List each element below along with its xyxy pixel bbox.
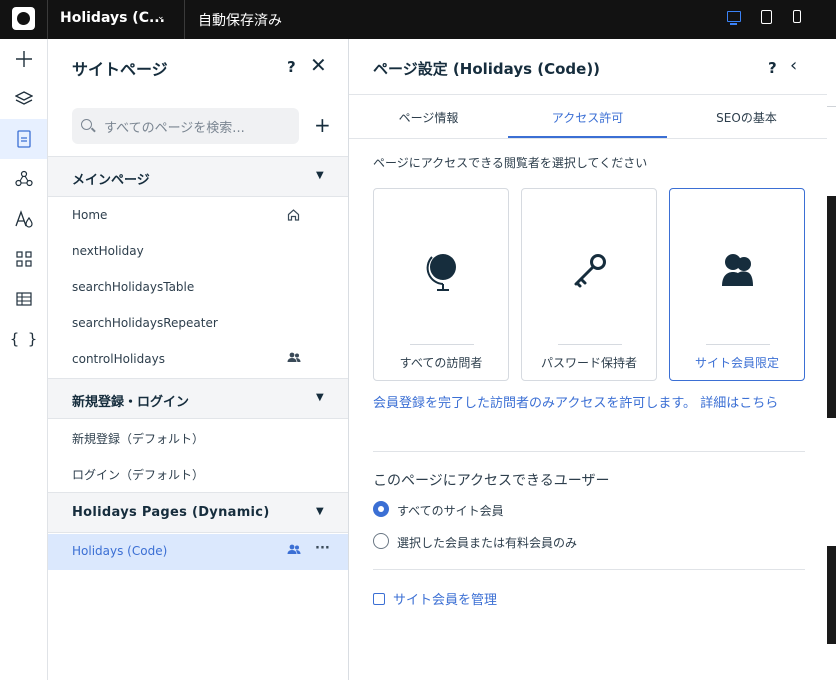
members-icon xyxy=(287,544,301,558)
globe-icon xyxy=(426,254,456,291)
theme-icon[interactable] xyxy=(0,199,47,239)
section-header[interactable]: Holidays Pages (Dynamic) ▼ xyxy=(48,492,348,533)
page-item[interactable]: controlHolidays xyxy=(48,342,348,378)
who-can-access-title: このページにアクセスできるユーザー xyxy=(373,473,610,489)
canvas-preview xyxy=(827,196,836,418)
page-item[interactable]: nextHoliday xyxy=(48,234,348,270)
top-bar: Holidays (C... ⌄ 自動保存済み xyxy=(0,0,836,39)
wix-logo-icon[interactable] xyxy=(12,7,35,30)
search-placeholder: すべてのページを検索... xyxy=(104,121,245,136)
tablet-view-icon[interactable] xyxy=(761,10,772,24)
chevron-down-icon[interactable]: ⌄ xyxy=(157,12,165,22)
home-icon xyxy=(287,208,300,224)
page-label: nextHoliday xyxy=(72,244,144,258)
desktop-view-icon[interactable] xyxy=(727,11,741,25)
page-item[interactable]: 新規登録（デフォルト） xyxy=(48,420,348,456)
page-label: searchHolidaysTable xyxy=(72,280,195,294)
site-name[interactable]: Holidays (C... xyxy=(60,10,165,26)
left-toolbar: { } xyxy=(0,39,48,680)
help-icon[interactable]: ? xyxy=(287,58,296,76)
page-label: ログイン（デフォルト） xyxy=(72,468,205,482)
option-label: すべての訪問者 xyxy=(399,356,483,370)
section-title: 新規登録・ログイン xyxy=(72,395,190,410)
help-icon[interactable]: ? xyxy=(768,59,777,77)
option-label: サイト会員限定 xyxy=(694,356,779,370)
caret-down-icon[interactable]: ▼ xyxy=(316,170,324,181)
mobile-view-icon[interactable] xyxy=(793,10,801,23)
divider xyxy=(373,569,805,570)
divider xyxy=(47,0,48,39)
connections-icon[interactable] xyxy=(0,159,47,199)
autosave-status: 自動保存済み xyxy=(198,13,282,29)
members-icon xyxy=(722,254,753,286)
site-pages-panel: サイトページ ? ✕ すべてのページを検索... + メインページ ▼ Home… xyxy=(48,39,349,680)
more-options-icon[interactable]: ··· xyxy=(315,541,330,556)
search-icon xyxy=(81,119,92,130)
radio-label: すべてのサイト会員 xyxy=(397,504,504,518)
page-item-selected[interactable]: Holidays (Code) ··· xyxy=(48,534,348,570)
panel-title: サイトページ xyxy=(72,60,168,79)
canvas-edge-line xyxy=(827,106,836,107)
page-item[interactable]: searchHolidaysTable xyxy=(48,270,348,306)
manage-members-label: サイト会員を管理 xyxy=(393,593,498,608)
caret-down-icon[interactable]: ▼ xyxy=(316,392,324,403)
panel-title: ページ設定 (Holidays (Code)) xyxy=(373,60,601,78)
option-label: パスワード保持者 xyxy=(540,356,637,370)
layers-icon[interactable] xyxy=(0,79,47,119)
caret-down-icon[interactable]: ▼ xyxy=(316,506,324,517)
section-title: メインページ xyxy=(72,173,150,188)
manage-members-link[interactable]: サイト会員を管理 xyxy=(373,589,497,608)
option-card-members-only[interactable]: サイト会員限定 xyxy=(669,188,805,381)
learn-more-link[interactable]: 詳細はこちら xyxy=(700,396,778,411)
code-icon[interactable]: { } xyxy=(0,319,47,359)
divider xyxy=(706,344,770,345)
chevron-left-icon[interactable]: ‹ xyxy=(790,55,797,76)
permission-info: 会員登録を完了した訪問者のみアクセスを許可します。 詳細はこちら xyxy=(373,394,803,414)
external-link-icon xyxy=(373,592,385,605)
option-card-all-visitors[interactable]: すべての訪問者 xyxy=(373,188,509,381)
tab-bar: ページ情報 アクセス許可 SEOの基本 xyxy=(349,94,827,139)
page-item[interactable]: Home xyxy=(48,198,348,234)
active-tab-indicator xyxy=(508,136,667,138)
close-icon[interactable]: ✕ xyxy=(310,53,327,77)
radio-all-members[interactable] xyxy=(373,501,389,517)
pages-icon[interactable] xyxy=(0,119,47,159)
search-input[interactable]: すべてのページを検索... xyxy=(72,108,299,144)
page-label: Home xyxy=(72,208,108,222)
add-page-icon[interactable]: + xyxy=(314,113,331,137)
canvas-preview xyxy=(827,546,836,644)
section-header[interactable]: 新規登録・ログイン ▼ xyxy=(48,378,348,419)
option-card-password[interactable]: パスワード保持者 xyxy=(521,188,657,381)
add-icon[interactable] xyxy=(0,39,47,79)
page-label: searchHolidaysRepeater xyxy=(72,316,218,330)
radio-label: 選択した会員または有料会員のみ xyxy=(397,536,578,550)
tab-permissions[interactable]: アクセス許可 xyxy=(508,109,667,126)
tab-seo-basics[interactable]: SEOの基本 xyxy=(667,109,826,126)
permissions-subtitle: ページにアクセスできる閲覧者を選択してください xyxy=(373,156,648,170)
divider xyxy=(410,344,474,345)
apps-icon[interactable] xyxy=(0,239,47,279)
tab-page-info[interactable]: ページ情報 xyxy=(349,109,508,126)
page-label: controlHolidays xyxy=(72,352,165,366)
section-title: Holidays Pages (Dynamic) xyxy=(72,505,270,520)
radio-selected-members[interactable] xyxy=(373,533,389,549)
divider xyxy=(184,0,185,39)
divider xyxy=(373,451,805,452)
page-settings-panel: ページ設定 (Holidays (Code)) ? ‹ ページ情報 アクセス許可… xyxy=(349,39,827,680)
page-label: Holidays (Code) xyxy=(72,544,168,558)
page-label: 新規登録（デフォルト） xyxy=(72,432,205,446)
section-header[interactable]: メインページ ▼ xyxy=(48,156,348,197)
key-icon xyxy=(574,254,606,288)
page-item[interactable]: searchHolidaysRepeater xyxy=(48,306,348,342)
divider xyxy=(558,344,622,345)
members-icon xyxy=(287,352,301,366)
info-text: 会員登録を完了した訪問者のみアクセスを許可します。 xyxy=(373,396,697,411)
table-icon[interactable] xyxy=(0,279,47,319)
page-item[interactable]: ログイン（デフォルト） xyxy=(48,456,348,492)
